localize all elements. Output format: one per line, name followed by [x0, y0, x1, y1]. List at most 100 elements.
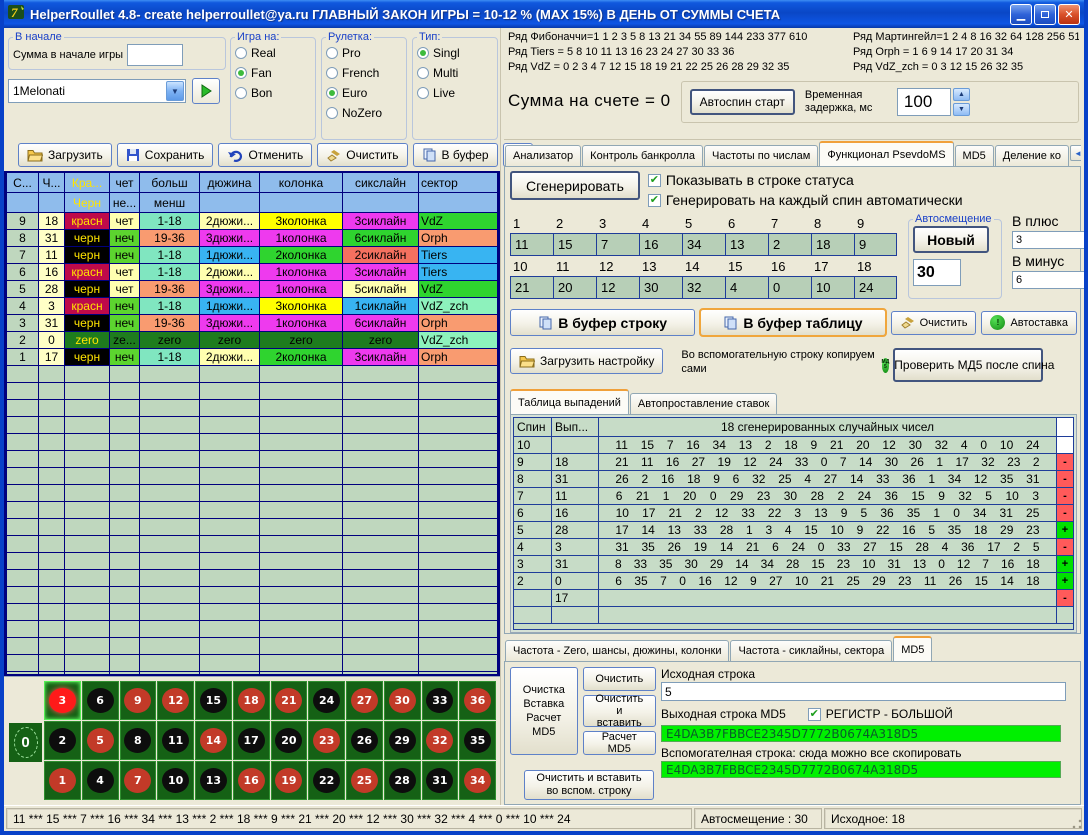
- roulette-number-17[interactable]: 17: [233, 721, 270, 760]
- roulette-number-24[interactable]: 24: [308, 681, 345, 720]
- generate-button[interactable]: Сгенерировать: [510, 171, 640, 200]
- radio-option-fan[interactable]: Fan: [235, 64, 311, 81]
- radio-option-singl[interactable]: Singl: [417, 44, 493, 61]
- roulette-number-33[interactable]: 33: [422, 681, 459, 720]
- tab-анализатор[interactable]: Анализатор: [505, 145, 581, 166]
- check-md5-button[interactable]: МД5 Проверить МД5 после спина: [893, 348, 1043, 382]
- radio-option-bon[interactable]: Bon: [235, 84, 311, 101]
- md5-big-button[interactable]: Очистка Вставка Расчет MD5: [510, 667, 578, 755]
- buffer-row-button[interactable]: В буфер строку: [510, 309, 695, 336]
- roulette-number-16[interactable]: 16: [233, 761, 270, 800]
- roulette-number-25[interactable]: 25: [346, 761, 383, 800]
- load-settings-button[interactable]: Загрузить настройку: [510, 348, 663, 374]
- tab-md5[interactable]: MD5: [893, 636, 932, 661]
- md5-calc-button[interactable]: Расчет MD5: [583, 731, 656, 755]
- maximize-button[interactable]: [1034, 4, 1056, 25]
- radio-option-real[interactable]: Real: [235, 44, 311, 61]
- roulette-chip: 30: [389, 688, 416, 713]
- radio-option-pro[interactable]: Pro: [326, 44, 402, 61]
- plus-input[interactable]: [1012, 231, 1088, 249]
- autoshift-new-button[interactable]: Новый: [913, 226, 989, 253]
- roulette-number-0[interactable]: 0: [9, 723, 42, 762]
- roulette-number-28[interactable]: 28: [384, 761, 421, 800]
- roulette-number-32[interactable]: 32: [422, 721, 459, 760]
- roulette-number-29[interactable]: 29: [384, 721, 421, 760]
- tab-scroll-left-icon[interactable]: ◄: [1070, 145, 1081, 161]
- roulette-number-6[interactable]: 6: [82, 681, 119, 720]
- radio-option-french[interactable]: French: [326, 64, 402, 81]
- checkbox-show-status[interactable]: ✔ Показывать в строке статуса: [648, 171, 963, 189]
- clear-button[interactable]: Очистить: [317, 143, 407, 167]
- roulette-number-15[interactable]: 15: [195, 681, 232, 720]
- undo-button[interactable]: Отменить: [218, 143, 312, 167]
- tab-частота-сиклайны-сектора[interactable]: Частота - сиклайны, сектора: [730, 640, 892, 661]
- md5-clear-button[interactable]: Очистить: [583, 667, 656, 691]
- resize-grip[interactable]: [1071, 818, 1083, 830]
- roulette-number-10[interactable]: 10: [157, 761, 194, 800]
- roulette-number-34[interactable]: 34: [459, 761, 496, 800]
- table-cell: [200, 400, 260, 417]
- roulette-number-3[interactable]: 3: [44, 681, 81, 720]
- tab-частота-zero-шансы-дюжины-колонки[interactable]: Частота - Zero, шансы, дюжины, колонки: [505, 640, 729, 661]
- autoshift-value-input[interactable]: [913, 259, 961, 286]
- spin-number: 33: [694, 523, 707, 537]
- save-button[interactable]: Сохранить: [117, 143, 214, 167]
- radio-option-live[interactable]: Live: [417, 84, 493, 101]
- buffer-table-button[interactable]: В буфер таблицу: [700, 309, 885, 336]
- roulette-number-20[interactable]: 20: [271, 721, 308, 760]
- start-button[interactable]: [192, 78, 220, 104]
- radio-option-multi[interactable]: Multi: [417, 64, 493, 81]
- delay-value[interactable]: 100: [897, 88, 951, 116]
- roulette-number-21[interactable]: 21: [271, 681, 308, 720]
- checkbox-auto-generate[interactable]: ✔ Генерировать на каждый спин автоматиче…: [648, 191, 963, 209]
- roulette-number-36[interactable]: 36: [459, 681, 496, 720]
- roulette-number-35[interactable]: 35: [459, 721, 496, 760]
- tab-md5[interactable]: MD5: [955, 145, 994, 166]
- tab-частоты-по-числам[interactable]: Частоты по числам: [704, 145, 818, 166]
- tab-контроль-банкролла[interactable]: Контроль банкролла: [582, 145, 703, 166]
- roulette-number-31[interactable]: 31: [422, 761, 459, 800]
- start-sum-input[interactable]: [127, 44, 183, 66]
- radio-option-euro[interactable]: Euro: [326, 84, 402, 101]
- roulette-number-27[interactable]: 27: [346, 681, 383, 720]
- tab-автопроставление-ставок[interactable]: Автопроставление ставок: [630, 393, 777, 414]
- copy-to-buffer-button[interactable]: В буфер: [413, 143, 498, 167]
- radio-option-nozero[interactable]: NoZero: [326, 104, 402, 121]
- md5-clear-aux-button[interactable]: Очистить и вставить во вспом. строку: [524, 770, 654, 800]
- roulette-number-23[interactable]: 23: [308, 721, 345, 760]
- roulette-number-8[interactable]: 8: [120, 721, 157, 760]
- roulette-number-2[interactable]: 2: [44, 721, 81, 760]
- tab-таблица-выпадений[interactable]: Таблица выпадений: [510, 389, 629, 414]
- roulette-number-13[interactable]: 13: [195, 761, 232, 800]
- roulette-number-1[interactable]: 1: [44, 761, 81, 800]
- md5-source-input[interactable]: [661, 682, 1066, 701]
- roulette-number-11[interactable]: 11: [157, 721, 194, 760]
- profile-combo[interactable]: 1Melonati ▼: [8, 79, 186, 103]
- minus-input[interactable]: [1012, 271, 1088, 289]
- roulette-number-30[interactable]: 30: [384, 681, 421, 720]
- roulette-number-14[interactable]: 14: [195, 721, 232, 760]
- md5-clear-insert-button[interactable]: Очистить и вставить: [583, 695, 656, 727]
- spinner-down-icon[interactable]: ▼: [953, 103, 970, 116]
- tab-деление-ко[interactable]: Деление ко: [995, 145, 1069, 166]
- roulette-number-9[interactable]: 9: [120, 681, 157, 720]
- autospin-start-button[interactable]: Автоспин старт: [690, 89, 795, 115]
- autobet-button[interactable]: ! Автоставка: [981, 311, 1077, 335]
- minimize-button[interactable]: ▁: [1010, 4, 1032, 25]
- open-folder-icon: [27, 149, 43, 162]
- roulette-number-19[interactable]: 19: [271, 761, 308, 800]
- roulette-number-26[interactable]: 26: [346, 721, 383, 760]
- roulette-number-5[interactable]: 5: [82, 721, 119, 760]
- roulette-number-22[interactable]: 22: [308, 761, 345, 800]
- roulette-number-4[interactable]: 4: [82, 761, 119, 800]
- roulette-number-12[interactable]: 12: [157, 681, 194, 720]
- roulette-number-18[interactable]: 18: [233, 681, 270, 720]
- md5-register-checkbox[interactable]: ✔ РЕГИСТР - БОЛЬШОЙ: [808, 705, 953, 723]
- tab-функционал-psevdoms[interactable]: Функционал PsevdoMS: [819, 141, 953, 166]
- clear-generated-button[interactable]: Очистить: [891, 311, 977, 335]
- load-button[interactable]: Загрузить: [18, 143, 112, 167]
- spinner-up-icon[interactable]: ▲: [953, 88, 970, 101]
- close-button[interactable]: ✕: [1058, 4, 1080, 25]
- chevron-down-icon[interactable]: ▼: [166, 81, 184, 101]
- roulette-number-7[interactable]: 7: [120, 761, 157, 800]
